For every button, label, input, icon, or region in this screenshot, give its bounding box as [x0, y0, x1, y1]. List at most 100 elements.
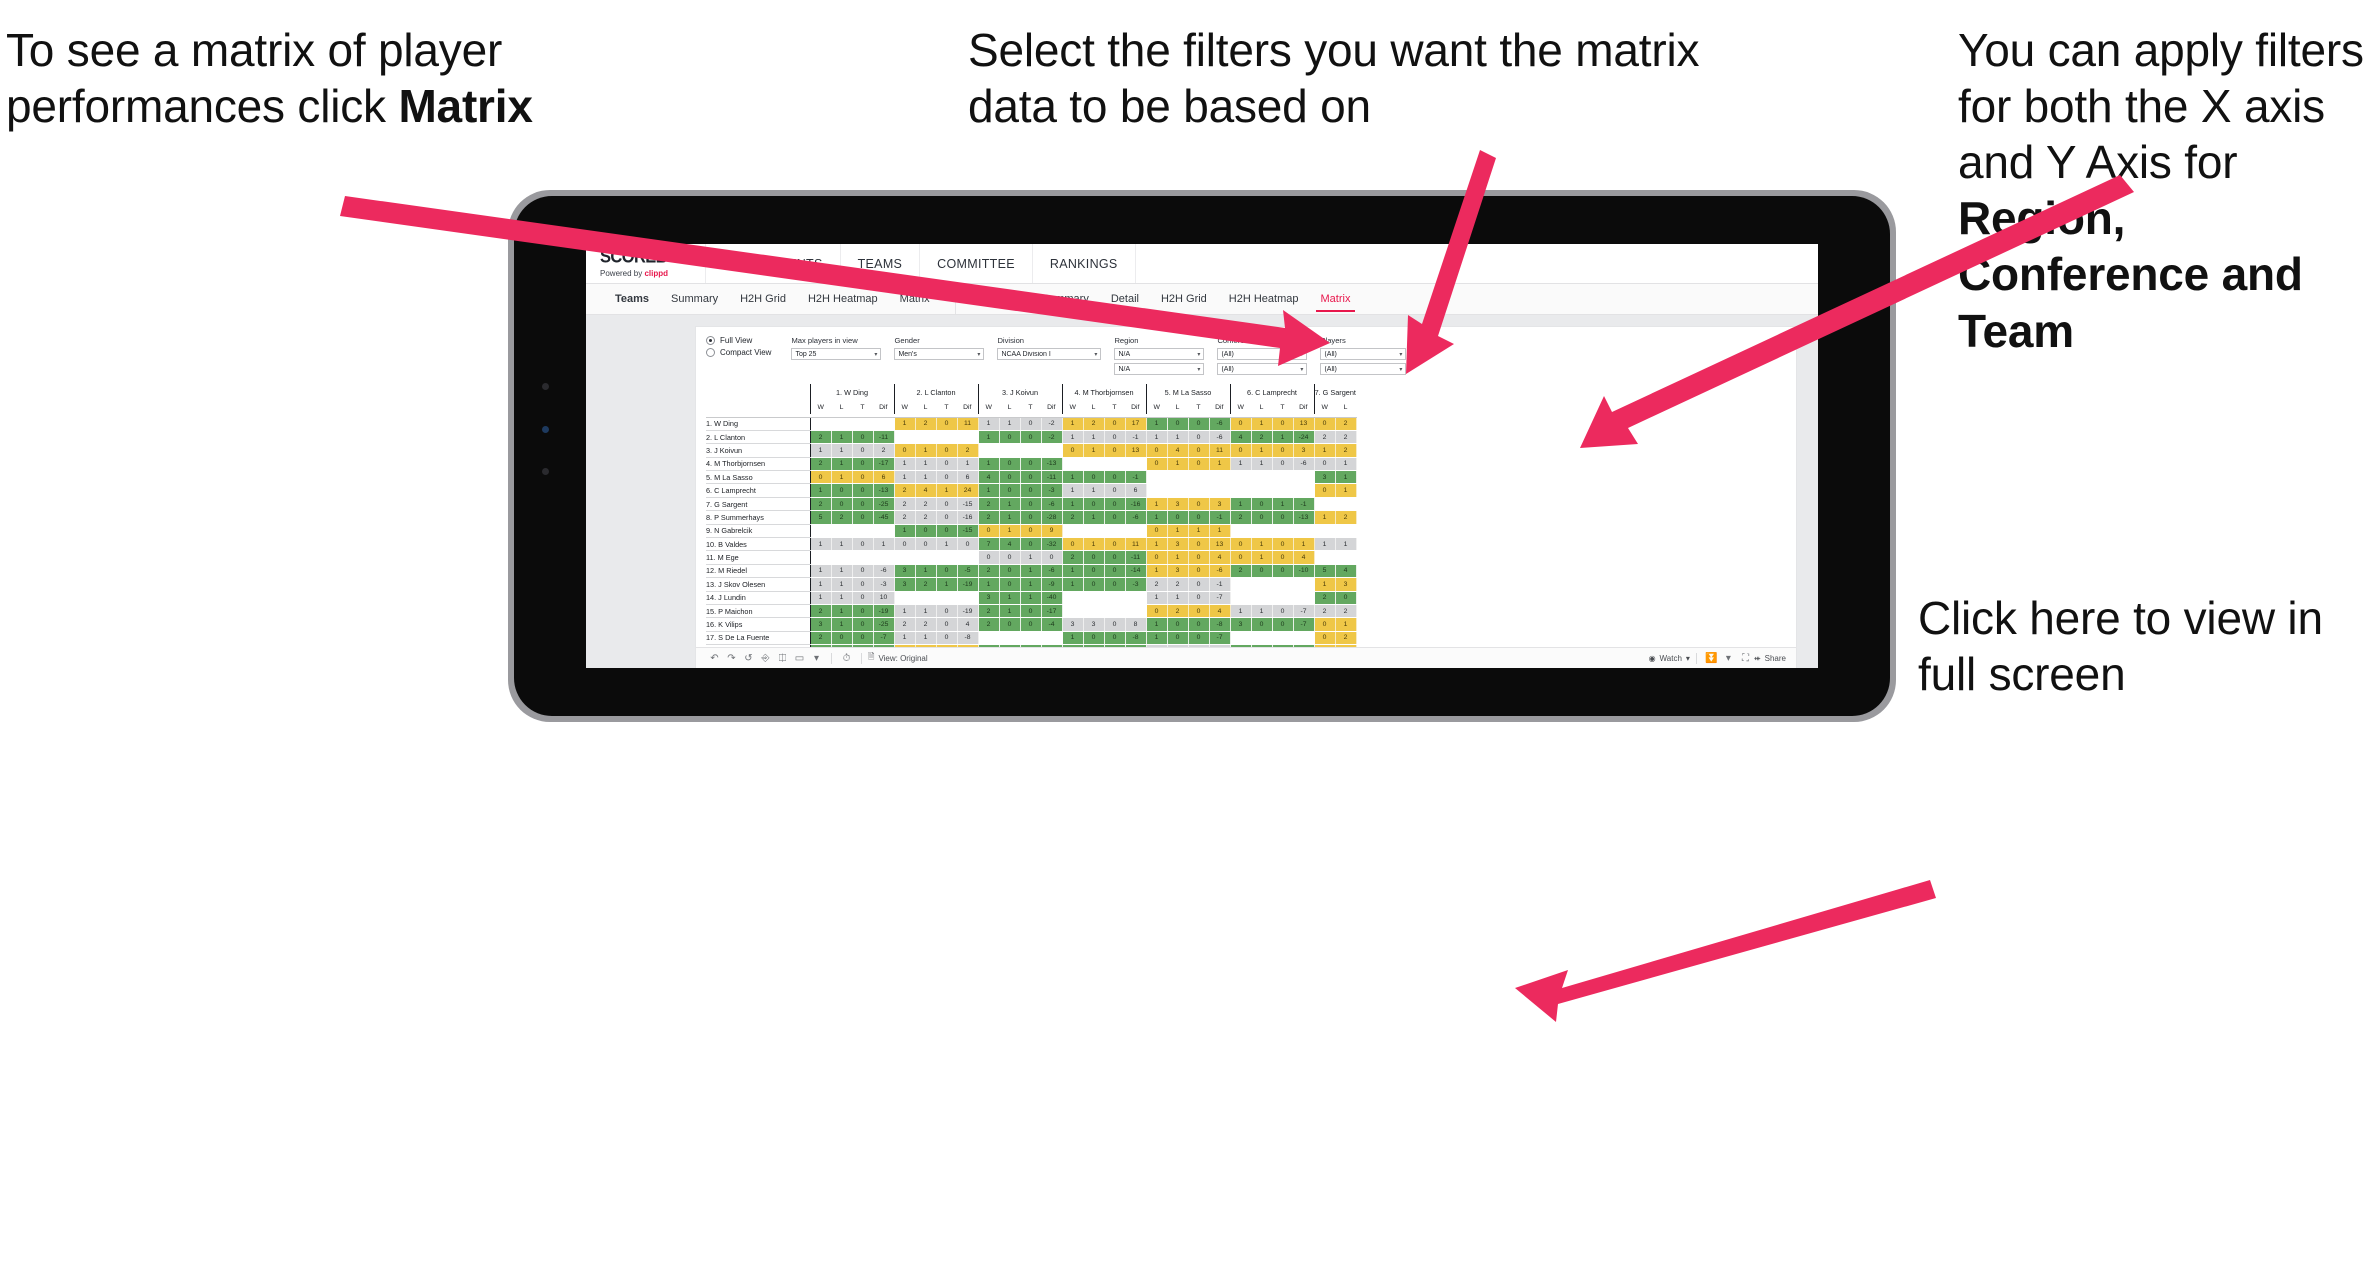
- matrix-cell[interactable]: 2: [915, 617, 937, 632]
- matrix-cell[interactable]: 1: [1209, 524, 1231, 539]
- matrix-cell[interactable]: 1: [1061, 631, 1084, 646]
- matrix-cell[interactable]: [915, 430, 937, 445]
- matrix-row[interactable]: 9. N Gabrelcik 1 0 0 -15 0 1 0 9 0 1 1 1: [706, 524, 1357, 539]
- matrix-cell[interactable]: [893, 591, 916, 605]
- matrix-cell[interactable]: -19: [957, 577, 979, 592]
- matrix-cell[interactable]: -8: [957, 631, 979, 646]
- matrix-cell[interactable]: -11: [1125, 550, 1147, 565]
- sub-nav-teams-matrix[interactable]: Matrix: [889, 284, 941, 314]
- matrix-cell[interactable]: 3: [1167, 564, 1189, 579]
- matrix-cell[interactable]: [1125, 524, 1147, 539]
- matrix-cell[interactable]: 1: [1061, 470, 1084, 485]
- matrix-cell[interactable]: 1: [831, 577, 853, 592]
- matrix-cell[interactable]: 1: [1020, 591, 1042, 605]
- matrix-cell[interactable]: 2: [957, 443, 979, 458]
- matrix-cell[interactable]: 0: [893, 443, 916, 458]
- matrix-cell[interactable]: 0: [936, 470, 958, 485]
- matrix-cell[interactable]: [1083, 524, 1105, 539]
- matrix-cell[interactable]: 0: [1061, 537, 1084, 552]
- matrix-cell[interactable]: 0: [809, 470, 832, 485]
- matrix-row[interactable]: 16. K Vilips 3 1 0 -25 2 2 0 4 2 0 0 -4 3 3 0 8 1 0 0 -8 3 0 0-…: [706, 617, 1357, 632]
- matrix-cell[interactable]: 0: [1251, 564, 1273, 579]
- matrix-cell[interactable]: 0: [1313, 417, 1336, 431]
- matrix-cell[interactable]: 0: [999, 483, 1021, 498]
- matrix-cell[interactable]: -3: [1041, 483, 1063, 498]
- matrix-cell[interactable]: -6: [1209, 564, 1231, 579]
- sub-nav-players-matrix[interactable]: Matrix: [1310, 284, 1362, 314]
- matrix-cell[interactable]: [809, 417, 832, 431]
- matrix-cell[interactable]: 1: [809, 577, 832, 592]
- matrix-cell[interactable]: -2: [1041, 417, 1063, 431]
- matrix-cell[interactable]: 10: [873, 591, 895, 605]
- matrix-cell[interactable]: 3: [1167, 537, 1189, 552]
- matrix-cell[interactable]: 1: [1083, 430, 1105, 445]
- matrix-cell[interactable]: 0: [1188, 497, 1210, 512]
- matrix-cell[interactable]: [1293, 577, 1315, 592]
- matrix-cell[interactable]: 1: [915, 604, 937, 619]
- matrix-cell[interactable]: 0: [831, 497, 853, 512]
- matrix-cell[interactable]: 0: [1188, 577, 1210, 592]
- matrix-cell[interactable]: 0: [1167, 417, 1189, 431]
- matrix-cell[interactable]: 0: [1188, 604, 1210, 619]
- matrix-cell[interactable]: [873, 417, 895, 431]
- matrix-cell[interactable]: 1: [873, 537, 895, 552]
- matrix-cell[interactable]: [1104, 591, 1126, 605]
- matrix-cell[interactable]: 1: [915, 457, 937, 472]
- matrix-cell[interactable]: 1: [1145, 537, 1168, 552]
- matrix-cell[interactable]: 0: [936, 497, 958, 512]
- matrix-cell[interactable]: 1: [977, 417, 1000, 431]
- matrix-cell[interactable]: [831, 550, 853, 565]
- matrix-cell[interactable]: [1061, 457, 1084, 472]
- matrix-cell[interactable]: -19: [873, 604, 895, 619]
- matrix-cell[interactable]: 0: [977, 550, 1000, 565]
- matrix-cell[interactable]: 1: [1188, 524, 1210, 539]
- top-nav-tournaments[interactable]: TOURNAMENTS: [706, 244, 841, 283]
- matrix-cell[interactable]: 0: [999, 470, 1021, 485]
- matrix-cell[interactable]: -28: [1041, 510, 1063, 525]
- matrix-cell[interactable]: 2: [1083, 417, 1105, 431]
- matrix-cell[interactable]: 0: [852, 617, 874, 632]
- matrix-cell[interactable]: 1: [977, 577, 1000, 592]
- matrix-cell[interactable]: [1251, 591, 1273, 605]
- matrix-cell[interactable]: [1272, 631, 1294, 646]
- matrix-cell[interactable]: 2: [977, 617, 1000, 632]
- matrix-cell[interactable]: 0: [852, 564, 874, 579]
- matrix-cell[interactable]: 1: [1145, 430, 1168, 445]
- matrix-cell[interactable]: [1145, 483, 1168, 498]
- matrix-cell[interactable]: 0: [1041, 550, 1063, 565]
- matrix-cell[interactable]: [1313, 550, 1336, 565]
- matrix-cell[interactable]: 0: [1272, 550, 1294, 565]
- matrix-cell[interactable]: 0: [1251, 510, 1273, 525]
- matrix-cell[interactable]: 0: [852, 631, 874, 646]
- matrix-cell[interactable]: 0: [1145, 550, 1168, 565]
- matrix-cell[interactable]: [1272, 483, 1294, 498]
- matrix-cell[interactable]: 0: [1020, 497, 1042, 512]
- matrix-cell[interactable]: [1293, 524, 1315, 539]
- matrix-cell[interactable]: -6: [1293, 457, 1315, 472]
- matrix-cell[interactable]: [1293, 631, 1315, 646]
- matrix-cell[interactable]: 0: [831, 483, 853, 498]
- matrix-cell[interactable]: 2: [1335, 417, 1357, 431]
- matrix-cell[interactable]: 0: [977, 524, 1000, 539]
- matrix-cell[interactable]: 1: [1313, 577, 1336, 592]
- matrix-cell[interactable]: 0: [1104, 443, 1126, 458]
- matrix-cell[interactable]: 2: [809, 604, 832, 619]
- matrix-cell[interactable]: -11: [873, 430, 895, 445]
- matrix-cell[interactable]: 13: [1125, 443, 1147, 458]
- matrix-cell[interactable]: -6: [1041, 564, 1063, 579]
- matrix-cell[interactable]: [1041, 631, 1063, 646]
- matrix-cell[interactable]: [852, 524, 874, 539]
- matrix-cell[interactable]: -7: [873, 631, 895, 646]
- matrix-cell[interactable]: 1: [831, 457, 853, 472]
- matrix-cell[interactable]: 2: [915, 497, 937, 512]
- matrix-cell[interactable]: [1209, 470, 1231, 485]
- matrix-cell[interactable]: 3: [1209, 497, 1231, 512]
- matrix-cell[interactable]: 0: [1104, 470, 1126, 485]
- matrix-table-wrapper[interactable]: 1. W Ding 2. L Clanton 3. J Koivun 4. M Tho…: [696, 382, 1796, 668]
- matrix-cell[interactable]: 0: [1272, 564, 1294, 579]
- matrix-cell[interactable]: 2: [915, 577, 937, 592]
- matrix-cell[interactable]: -7: [1293, 617, 1315, 632]
- matrix-cell[interactable]: 0: [999, 550, 1021, 565]
- matrix-cell[interactable]: 0: [936, 510, 958, 525]
- stop-refresh-icon[interactable]: ⎅: [774, 650, 791, 667]
